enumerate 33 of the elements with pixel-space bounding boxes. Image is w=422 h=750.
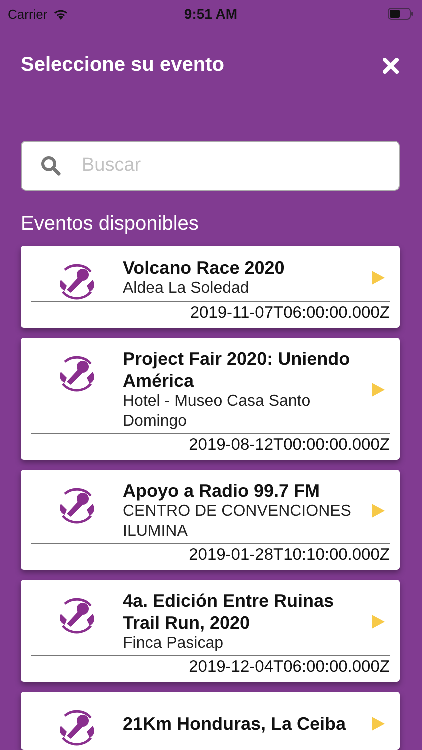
event-title: 4a. Edición Entre Ruinas Trail Run, 2020 (123, 590, 336, 634)
event-date: 2019-08-12T00:00:00.000Z (189, 435, 390, 456)
event-card[interactable]: 4a. Edición Entre Ruinas Trail Run, 2020 Finca Pasicap 2019-12-04T06:00:00.000Z (21, 580, 400, 682)
event-location: CENTRO DE CONVENCIONES ILUMINA (123, 502, 352, 542)
close-button[interactable] (383, 58, 399, 74)
event-location: Aldea La Soledad (123, 279, 250, 299)
play-arrow-icon (372, 504, 385, 518)
event-date: 2019-01-28T10:10:00.000Z (189, 545, 390, 566)
carrier-label: Carrier (8, 6, 48, 22)
event-title: 21Km Honduras, La Ceiba (123, 713, 348, 735)
event-card[interactable]: Project Fair 2020: Uniendo América Hotel - Museo Casa Santo Domingo 2019-08-12T00:00:00.000Z (21, 338, 400, 460)
event-title: Apoyo a Radio 99.7 FM (123, 480, 322, 502)
play-arrow-icon (372, 717, 385, 731)
search-icon (41, 156, 61, 176)
event-card[interactable]: 21Km Honduras, La Ceiba (21, 692, 400, 750)
status-time: 9:51 AM (184, 6, 238, 22)
event-date: 2019-11-07T06:00:00.000Z (190, 303, 390, 324)
event-date: 2019-12-04T06:00:00.000Z (189, 657, 390, 678)
event-title: Project Fair 2020: Uniendo América (123, 348, 352, 392)
event-location: Finca Pasicap (123, 634, 224, 654)
play-arrow-icon (372, 615, 385, 629)
wifi-icon (52, 8, 69, 20)
play-arrow-icon (372, 271, 385, 285)
search-field[interactable]: Buscar (21, 141, 400, 191)
play-arrow-icon (372, 383, 385, 397)
event-title: Volcano Race 2020 (123, 257, 286, 279)
event-card[interactable]: Volcano Race 2020 Aldea La Soledad 2019-11-07T06:00:00.000Z (21, 246, 400, 328)
section-heading: Eventos disponibles (21, 213, 200, 236)
screen-title: Seleccione su evento (21, 54, 224, 77)
battery-icon (388, 8, 414, 20)
event-location: Hotel - Museo Casa Santo Domingo (123, 392, 312, 432)
event-card[interactable]: Apoyo a Radio 99.7 FM CENTRO DE CONVENCIONES ILUMINA 2019-01-28T10:10:00.000Z (21, 470, 400, 570)
close-icon (383, 58, 399, 74)
